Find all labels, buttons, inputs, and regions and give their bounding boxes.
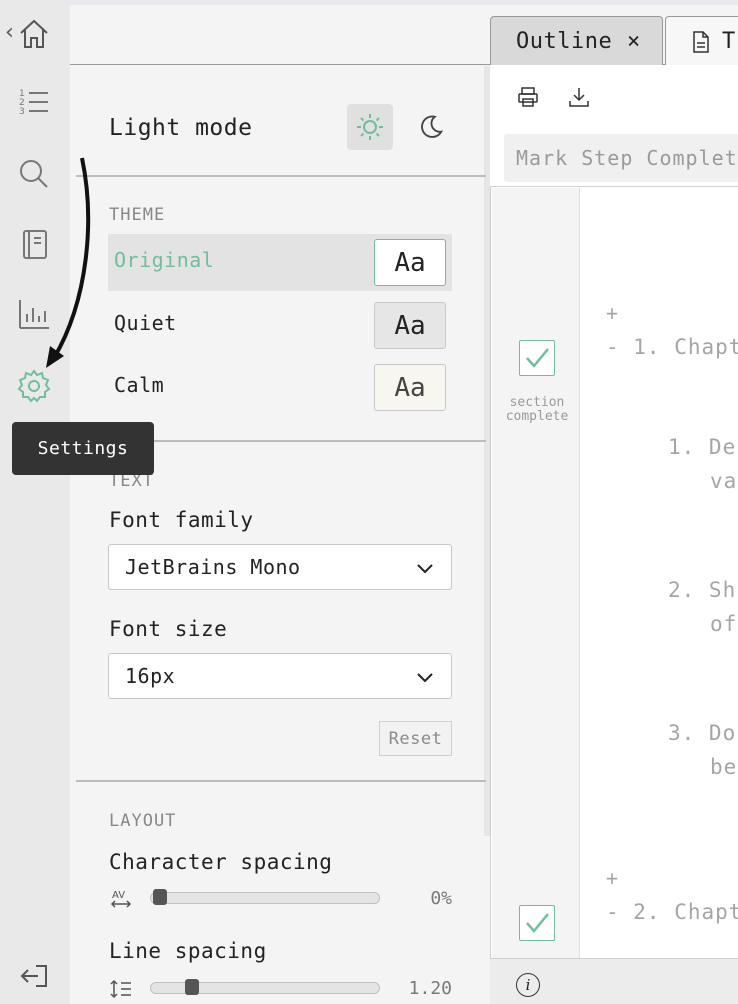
tab-label: T bbox=[722, 29, 736, 54]
sun-icon bbox=[357, 114, 383, 140]
slider-thumb[interactable] bbox=[184, 979, 199, 995]
slider-thumb[interactable] bbox=[153, 889, 167, 905]
panel-divider bbox=[76, 175, 486, 177]
line-spacing-slider[interactable] bbox=[150, 979, 380, 995]
font-size-label: Font size bbox=[109, 617, 228, 641]
home-icon[interactable] bbox=[12, 12, 56, 56]
line-spacing-icon bbox=[110, 979, 131, 999]
theme-sample: Aa bbox=[374, 302, 446, 349]
dark-mode-button[interactable] bbox=[408, 104, 454, 150]
moon-icon bbox=[421, 115, 444, 138]
layout-heading: LAYOUT bbox=[109, 811, 177, 831]
svg-text:3: 3 bbox=[19, 107, 25, 117]
theme-option-quiet[interactable]: Quiet Aa bbox=[108, 297, 452, 354]
section-complete-label: section complete bbox=[505, 395, 569, 424]
font-family-value: JetBrains Mono bbox=[125, 555, 301, 579]
expand-toggle[interactable]: + bbox=[606, 296, 619, 330]
close-icon[interactable]: × bbox=[627, 29, 641, 54]
tab-outline[interactable]: Outline × bbox=[490, 16, 663, 65]
logout-icon[interactable] bbox=[12, 954, 56, 998]
settings-tooltip: Settings bbox=[12, 422, 154, 475]
svg-text:AV: AV bbox=[112, 890, 125, 901]
outline-gutter bbox=[492, 188, 580, 958]
theme-name: Calm bbox=[114, 373, 165, 397]
download-icon[interactable] bbox=[568, 86, 590, 108]
panel-divider bbox=[76, 780, 486, 782]
reset-button[interactable]: Reset bbox=[379, 721, 452, 756]
annotation-arrow bbox=[46, 157, 91, 368]
char-spacing-value: 0% bbox=[430, 888, 452, 909]
font-family-label: Font family bbox=[109, 508, 254, 532]
char-spacing-icon: AV bbox=[110, 890, 132, 908]
theme-name: Quiet bbox=[114, 311, 177, 335]
print-icon[interactable] bbox=[517, 86, 539, 108]
char-spacing-slider[interactable] bbox=[150, 889, 380, 905]
light-mode-label: Light mode bbox=[109, 115, 253, 141]
mark-step-complete-button[interactable]: Mark Step Complet bbox=[504, 134, 738, 182]
expand-toggle[interactable]: + bbox=[606, 861, 619, 895]
theme-sample: Aa bbox=[374, 364, 446, 411]
chevron-down-icon bbox=[417, 673, 433, 683]
char-spacing-label: Character spacing bbox=[109, 850, 333, 874]
line-spacing-value: 1.20 bbox=[408, 978, 452, 999]
info-icon[interactable]: i bbox=[516, 973, 540, 997]
mark-step-label: Mark Step Complet bbox=[516, 146, 738, 170]
theme-option-calm[interactable]: Calm Aa bbox=[108, 359, 452, 416]
theme-name: Original bbox=[114, 248, 215, 272]
chevron-down-icon bbox=[417, 564, 433, 574]
chapter-heading[interactable]: - 1. Chapt bbox=[606, 330, 738, 364]
outline-item-cont: of bbox=[710, 612, 738, 636]
outline-item: 1. De bbox=[668, 435, 737, 459]
outline-item: 2. Sh bbox=[668, 578, 737, 602]
outline-item: 3. Do bbox=[668, 721, 737, 745]
check-icon bbox=[526, 348, 549, 368]
line-spacing-label: Line spacing bbox=[109, 939, 267, 963]
section-checkbox[interactable] bbox=[519, 340, 555, 376]
list-icon[interactable]: 123 bbox=[12, 80, 56, 124]
light-mode-button[interactable] bbox=[347, 104, 393, 150]
font-size-select[interactable]: 16px bbox=[108, 653, 452, 699]
chapter-heading[interactable]: - 2. Chapt bbox=[606, 895, 738, 929]
tab-document[interactable]: T bbox=[665, 16, 738, 65]
outline-item-cont: va bbox=[710, 469, 738, 493]
font-family-select[interactable]: JetBrains Mono bbox=[108, 544, 452, 590]
theme-heading: THEME bbox=[109, 205, 166, 225]
document-icon bbox=[693, 31, 709, 53]
theme-option-original[interactable]: Original Aa bbox=[108, 234, 452, 291]
theme-sample: Aa bbox=[374, 239, 446, 286]
tab-label: Outline bbox=[516, 29, 613, 54]
outline-item-cont: be bbox=[710, 755, 738, 779]
section-checkbox[interactable] bbox=[519, 905, 555, 941]
font-size-value: 16px bbox=[125, 664, 176, 688]
check-icon bbox=[526, 913, 549, 933]
panel-header-bar bbox=[70, 5, 490, 65]
